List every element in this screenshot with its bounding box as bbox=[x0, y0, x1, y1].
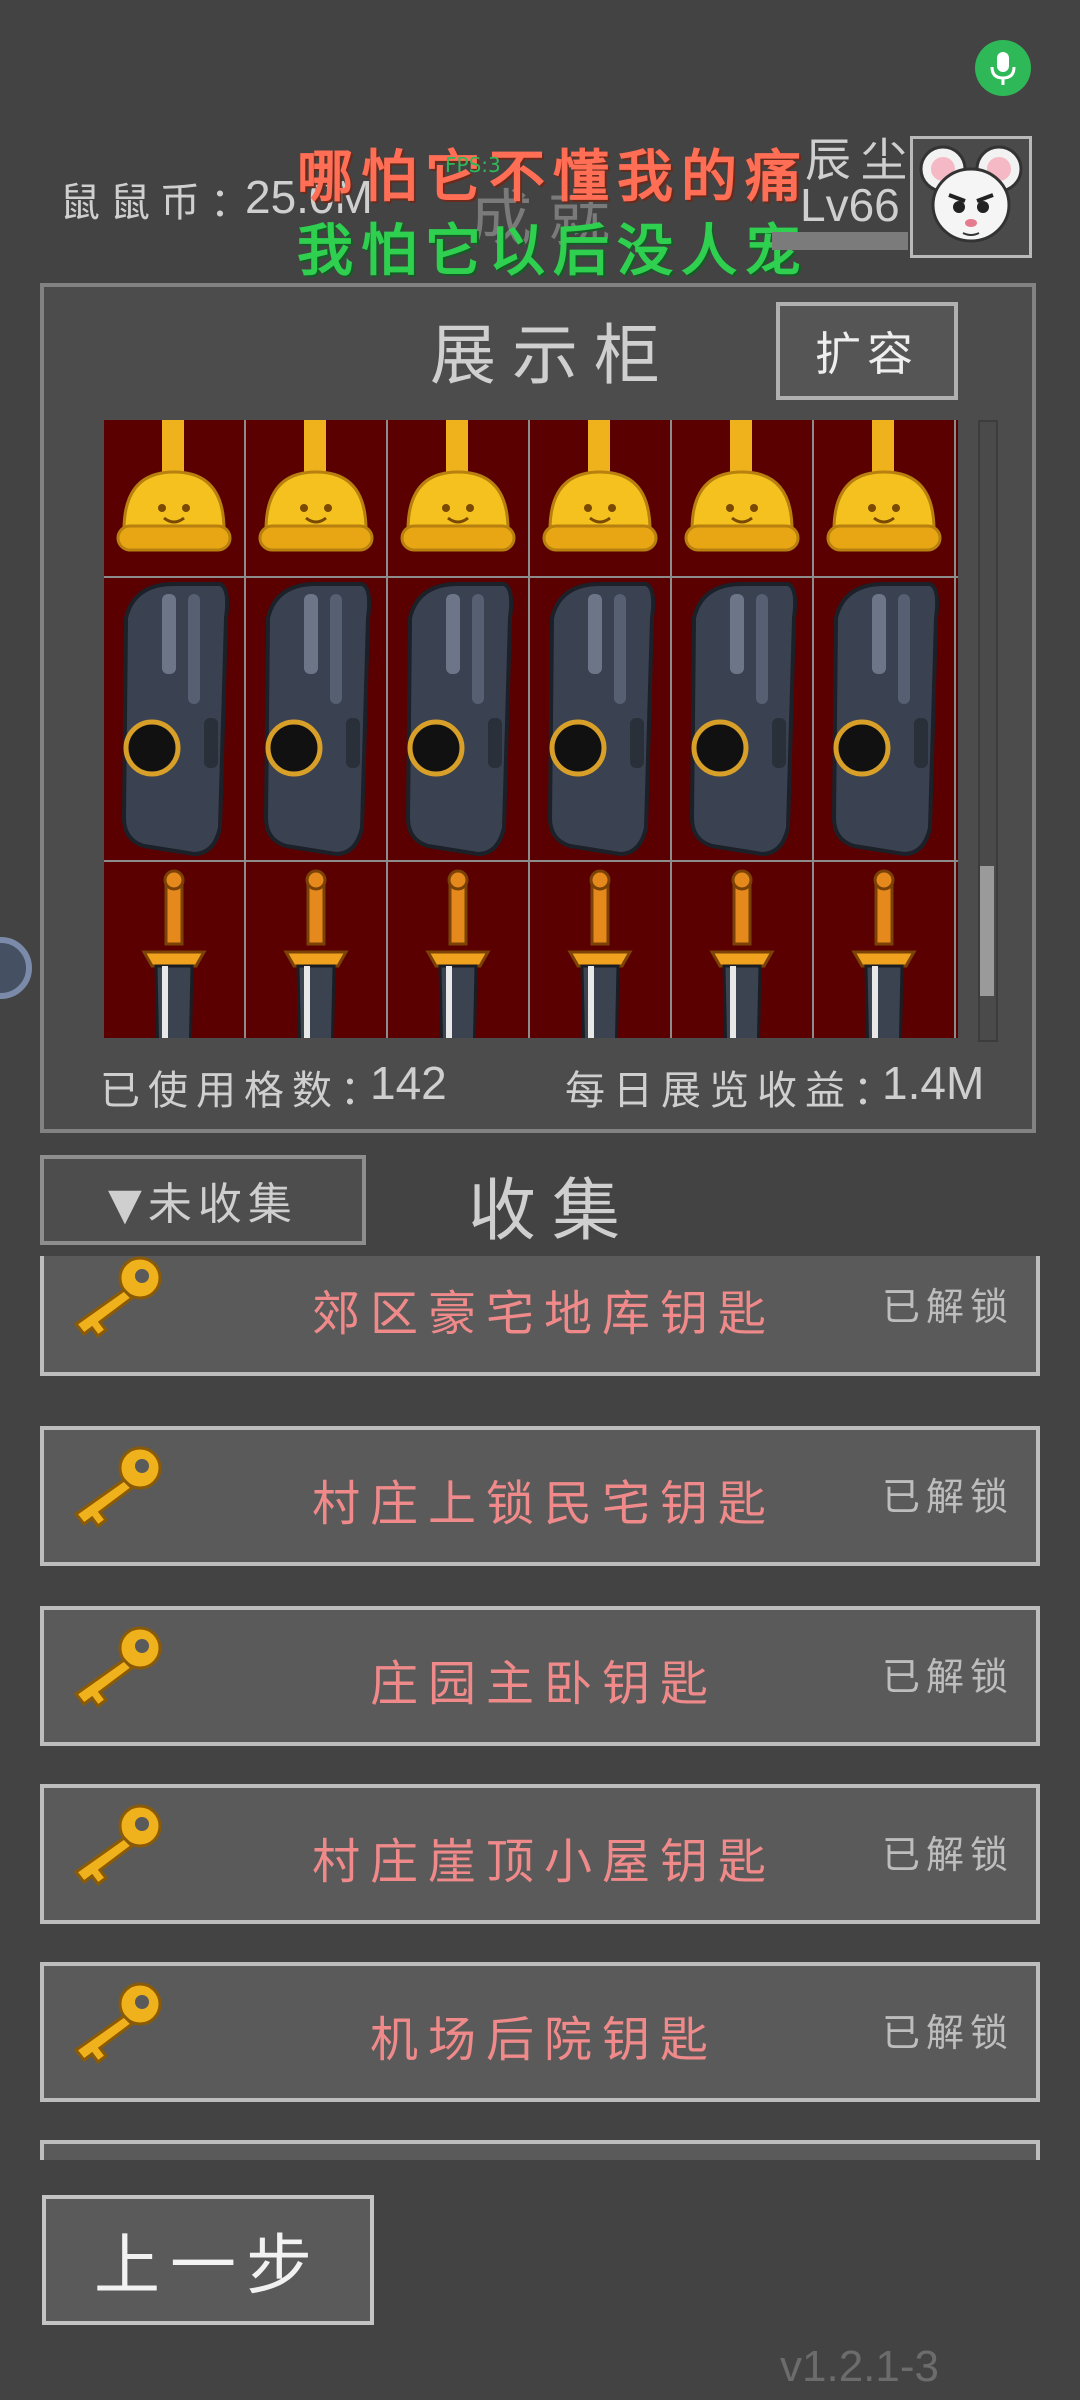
daily-income-value: 1.4M bbox=[882, 1057, 985, 1109]
showcase-cell[interactable] bbox=[672, 578, 814, 860]
showcase-cell[interactable] bbox=[246, 578, 388, 860]
dark-gear-device-icon bbox=[831, 582, 940, 857]
dark-gear-device-icon bbox=[121, 582, 230, 857]
daily-income-label: 每日展览收益： bbox=[565, 1068, 901, 1114]
golden-trophy-icon bbox=[542, 420, 658, 552]
used-slots-value: 142 bbox=[370, 1057, 447, 1109]
collection-item[interactable]: 机场后院钥匙 已解锁 bbox=[40, 1962, 1040, 2102]
golden-trophy-icon bbox=[826, 420, 942, 552]
showcase-title: 展示柜 bbox=[430, 317, 676, 394]
showcase-cell[interactable] bbox=[530, 578, 672, 860]
microphone-button[interactable] bbox=[975, 40, 1031, 96]
golden-trophy-icon bbox=[684, 420, 800, 552]
showcase-cell[interactable] bbox=[104, 862, 246, 1038]
showcase-cell[interactable] bbox=[814, 862, 956, 1038]
dark-gear-device-icon bbox=[405, 582, 514, 857]
dark-gear-device-icon bbox=[547, 582, 656, 857]
dark-gear-device-icon bbox=[689, 582, 798, 857]
collection-item-status: 已解锁 bbox=[882, 2011, 1015, 2055]
collection-item-status: 已解锁 bbox=[882, 1475, 1015, 1519]
experience-bar bbox=[772, 232, 908, 250]
showcase-cell[interactable] bbox=[814, 578, 956, 860]
collection-item-status: 已解锁 bbox=[882, 1655, 1015, 1699]
showcase-row-devices bbox=[104, 578, 958, 862]
coin-label: 鼠鼠币： bbox=[60, 180, 260, 226]
showcase-cell[interactable] bbox=[672, 420, 814, 576]
version-text: v1.2.1-3 bbox=[780, 2342, 939, 2391]
golden-sword-icon bbox=[567, 869, 633, 1038]
player-level: Lv66 bbox=[800, 179, 900, 231]
showcase-cell[interactable] bbox=[104, 578, 246, 860]
uncollected-filter-button[interactable]: ▼未收集 bbox=[40, 1155, 366, 1245]
golden-trophy-icon bbox=[400, 420, 516, 552]
collection-item[interactable]: 村庄上锁民宅钥匙 已解锁 bbox=[40, 1426, 1040, 1566]
showcase-row-swords bbox=[104, 862, 958, 1038]
collection-item[interactable]: 庄园主卧钥匙 已解锁 bbox=[40, 1606, 1040, 1746]
collection-title: 收集 bbox=[468, 1172, 637, 1251]
showcase-cell[interactable] bbox=[388, 578, 530, 860]
golden-sword-icon bbox=[425, 869, 491, 1038]
back-button[interactable]: 上一步 bbox=[42, 2195, 374, 2325]
showcase-grid[interactable] bbox=[104, 420, 958, 1038]
white-mouse-avatar-icon bbox=[919, 145, 1023, 243]
golden-sword-icon bbox=[851, 869, 917, 1038]
showcase-cell[interactable] bbox=[246, 862, 388, 1038]
collection-item-status: 已解锁 bbox=[882, 1285, 1015, 1329]
golden-sword-icon bbox=[141, 869, 207, 1038]
expand-button[interactable]: 扩容 bbox=[776, 302, 958, 400]
showcase-cell[interactable] bbox=[104, 420, 246, 576]
floating-assistant-handle[interactable] bbox=[0, 937, 32, 999]
lyric-line-1: 哪怕它不懂我的痛 bbox=[297, 145, 809, 210]
collection-item[interactable] bbox=[40, 2140, 1040, 2160]
collection-list[interactable]: 郊区豪宅地库钥匙 已解锁 村庄上锁民宅钥匙 已解锁 庄园主卧钥匙 已解锁 村庄崖… bbox=[40, 1256, 1040, 2160]
used-slots-label: 已使用格数： bbox=[100, 1068, 388, 1114]
golden-sword-icon bbox=[709, 869, 775, 1038]
showcase-cell[interactable] bbox=[530, 862, 672, 1038]
golden-sword-icon bbox=[283, 869, 349, 1038]
showcase-cell[interactable] bbox=[388, 862, 530, 1038]
lyric-line-2: 我怕它以后没人宠 bbox=[297, 219, 809, 284]
showcase-cell[interactable] bbox=[246, 420, 388, 576]
showcase-cell[interactable] bbox=[388, 420, 530, 576]
fps-counter: FPS:3 bbox=[445, 153, 501, 177]
golden-trophy-icon bbox=[116, 420, 232, 552]
dark-gear-device-icon bbox=[263, 582, 372, 857]
showcase-scroll-thumb[interactable] bbox=[980, 866, 994, 996]
collection-item-status: 已解锁 bbox=[882, 1833, 1015, 1877]
showcase-row-trophies bbox=[104, 420, 958, 578]
collection-item[interactable]: 村庄崖顶小屋钥匙 已解锁 bbox=[40, 1784, 1040, 1924]
showcase-cell[interactable] bbox=[530, 420, 672, 576]
microphone-icon bbox=[990, 52, 1016, 85]
showcase-cell[interactable] bbox=[672, 862, 814, 1038]
avatar[interactable] bbox=[910, 136, 1032, 258]
golden-trophy-icon bbox=[258, 420, 374, 552]
collection-item[interactable]: 郊区豪宅地库钥匙 已解锁 bbox=[40, 1256, 1040, 1376]
showcase-cell[interactable] bbox=[814, 420, 956, 576]
